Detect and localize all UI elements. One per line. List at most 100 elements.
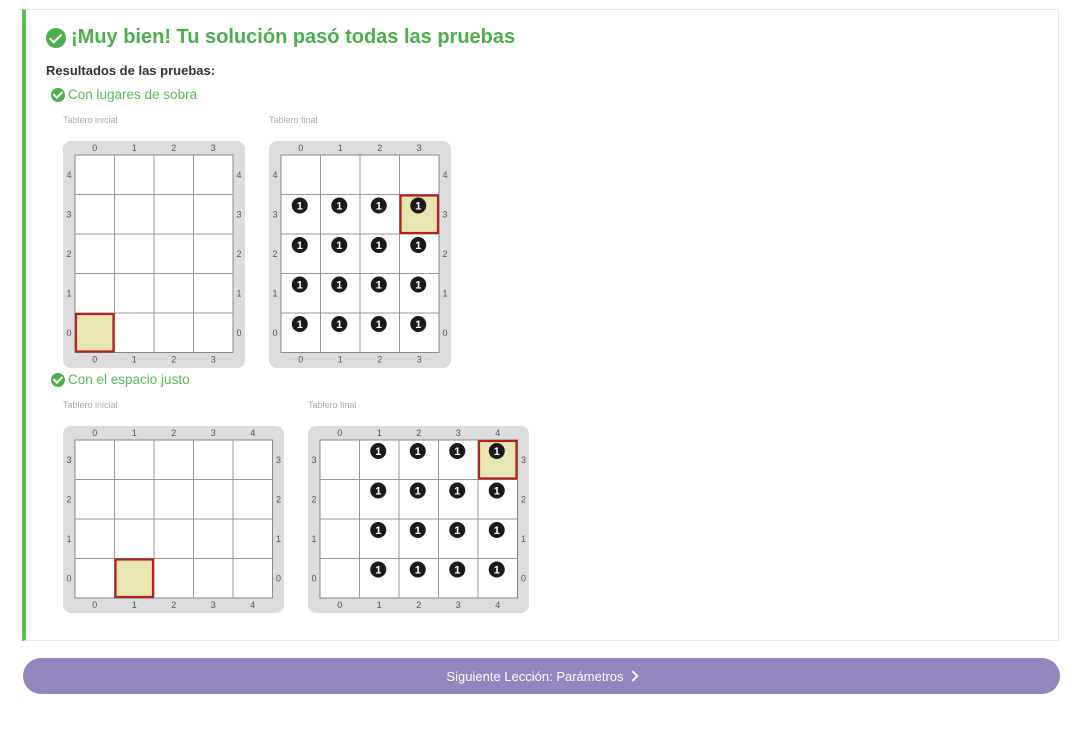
ball-count: 1 (494, 525, 500, 537)
ball-marker: 1 (291, 197, 308, 214)
row-label-right: 0 (521, 573, 526, 583)
chevron-right-icon (626, 670, 639, 682)
board-head-cell (114, 558, 155, 599)
col-label-bottom: 2 (171, 355, 176, 365)
col-label-top: 3 (417, 143, 422, 153)
ball-marker: 1 (331, 197, 348, 214)
test-title-2: Con el espacio justo (51, 372, 190, 387)
col-label-top: 2 (171, 143, 176, 153)
ball-count: 1 (415, 280, 421, 292)
check-circle-icon (51, 372, 65, 387)
ball-marker: 1 (410, 276, 427, 293)
board-svg: 0 0 1 1 2 2 3 3 0 0 1 1 2 2 3 3 4 4 (66, 143, 241, 365)
row-label-right: 4 (236, 170, 241, 180)
ball-marker: 1 (291, 316, 308, 332)
ball-count: 1 (454, 446, 460, 458)
ball-count: 1 (376, 240, 382, 252)
col-label-top: 3 (456, 428, 461, 438)
row-label-left: 1 (311, 534, 316, 544)
row-label-left: 1 (272, 288, 277, 298)
ball-marker: 1 (370, 316, 387, 332)
ball-marker: 1 (410, 316, 427, 332)
col-label-bottom: 1 (338, 355, 343, 365)
col-label-top: 0 (298, 143, 303, 153)
ball-count: 1 (336, 280, 342, 292)
success-title: ¡Muy bien! Tu solución pasó todas las pr… (46, 26, 515, 49)
ball-marker: 1 (488, 522, 505, 538)
ball-count: 1 (494, 486, 500, 498)
col-label-bottom: 3 (456, 600, 461, 610)
col-label-top: 3 (211, 428, 216, 438)
row-label-left: 1 (66, 288, 71, 298)
row-label-left: 3 (66, 455, 71, 465)
row-label-right: 3 (236, 209, 241, 219)
row-label-left: 3 (66, 209, 71, 219)
col-label-bottom: 0 (92, 355, 97, 365)
ball-marker: 1 (370, 482, 387, 499)
ball-count: 1 (375, 565, 381, 577)
ball-count: 1 (454, 525, 460, 537)
ball-count: 1 (454, 486, 460, 498)
ball-count: 1 (297, 201, 303, 213)
ball-marker: 1 (449, 561, 466, 578)
board-final-2: 1 1 1 1 1 1 1 1 1 1 1 1 1 1 1 1 0 0 1 1 2 2 3 3 4 4 0 0 1 1 2 2 3 3 (308, 426, 529, 613)
col-label-top: 0 (337, 428, 342, 438)
row-label-right: 0 (236, 328, 241, 338)
row-label-right: 3 (276, 455, 281, 465)
ball-marker: 1 (449, 522, 466, 538)
test-name-2: Con el espacio justo (68, 372, 190, 387)
board-svg: 0 0 1 1 2 2 3 3 4 4 0 0 1 1 2 2 3 3 (66, 428, 281, 610)
row-label-right: 0 (276, 573, 281, 583)
board-final-1: 1 1 1 1 1 1 1 1 1 1 1 1 1 1 1 1 0 0 1 1 2 2 3 3 0 0 1 1 2 2 3 3 4 4 (269, 141, 451, 368)
ball-count: 1 (415, 486, 421, 498)
row-label-right: 3 (521, 455, 526, 465)
ball-count: 1 (297, 319, 303, 331)
col-label-bottom: 2 (416, 600, 421, 610)
ball-count: 1 (415, 201, 421, 213)
ball-count: 1 (415, 565, 421, 577)
next-lesson-button[interactable]: Siguiente Lección: Parámetros (23, 658, 1060, 694)
row-label-left: 3 (272, 209, 277, 219)
row-label-left: 0 (66, 573, 71, 583)
results-label: Resultados de las pruebas: (46, 63, 216, 78)
row-label-right: 4 (442, 170, 447, 180)
success-title-text: ¡Muy bien! Tu solución pasó todas las pr… (71, 26, 516, 48)
ball-marker: 1 (291, 276, 308, 293)
check-circle-icon (51, 87, 65, 102)
ball-marker: 1 (449, 443, 466, 459)
ball-marker: 1 (370, 443, 387, 459)
board-label-initial-1: Tablero inicial (63, 115, 118, 125)
row-label-left: 2 (66, 494, 71, 504)
board-label-final-1: Tablero final (269, 115, 318, 125)
row-label-left: 2 (272, 249, 277, 259)
ball-marker: 1 (370, 197, 387, 214)
col-label-bottom: 1 (132, 355, 137, 365)
ball-count: 1 (415, 240, 421, 252)
ball-count: 1 (415, 525, 421, 537)
ball-marker: 1 (370, 522, 387, 538)
results-panel: ¡Muy bien! Tu solución pasó todas las pr… (22, 9, 1059, 641)
row-label-right: 1 (236, 288, 241, 298)
ball-count: 1 (375, 486, 381, 498)
row-label-right: 1 (521, 534, 526, 544)
ball-count: 1 (494, 446, 500, 458)
row-label-left: 0 (311, 573, 316, 583)
ball-marker: 1 (331, 276, 348, 293)
col-label-bottom: 3 (211, 600, 216, 610)
col-label-top: 1 (377, 428, 382, 438)
ball-marker: 1 (409, 482, 426, 499)
ball-count: 1 (494, 565, 500, 577)
row-label-right: 0 (442, 328, 447, 338)
ball-marker: 1 (331, 316, 348, 332)
next-lesson-label: Siguiente Lección: Parámetros (446, 668, 624, 684)
ball-count: 1 (454, 565, 460, 577)
test-title-1: Con lugares de sobra (51, 87, 197, 102)
row-label-right: 2 (521, 494, 526, 504)
row-label-left: 3 (311, 455, 316, 465)
ball-marker: 1 (409, 522, 426, 538)
col-label-top: 1 (338, 143, 343, 153)
ball-count: 1 (336, 240, 342, 252)
board-svg: 1 1 1 1 1 1 1 1 1 1 1 1 1 1 1 1 0 0 1 1 2 2 3 3 4 4 0 0 1 1 2 2 3 3 (311, 428, 526, 610)
ball-count: 1 (376, 201, 382, 213)
col-label-bottom: 4 (250, 600, 255, 610)
